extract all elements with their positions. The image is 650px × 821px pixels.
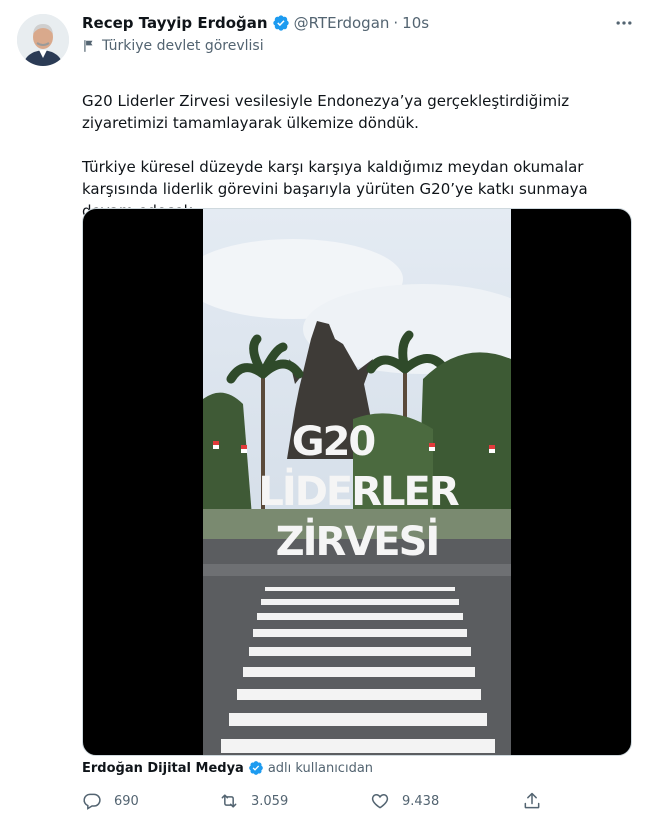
tweet-card: Recep Tayyip Erdoğan @RTErdogan · 10s Tü…	[0, 0, 650, 821]
like-button[interactable]: 9.438	[370, 788, 439, 814]
avatar-image	[17, 14, 69, 66]
retweet-count: 3.059	[251, 793, 289, 809]
handle[interactable]: @RTErdogan	[294, 14, 390, 32]
like-count: 9.438	[402, 793, 440, 809]
video-overlay-line-1: G20	[292, 419, 375, 465]
reply-icon	[83, 793, 101, 810]
display-name[interactable]: Recep Tayyip Erdoğan	[82, 14, 268, 32]
video-frame: G20 LİDERLER ZİRVESİ	[203, 209, 511, 755]
source-name[interactable]: Erdoğan Dijital Medya	[82, 761, 244, 776]
government-label[interactable]: Türkiye devlet görevlisi	[82, 38, 264, 54]
more-options-button[interactable]	[612, 12, 636, 34]
video-overlay-line-2: LİDERLER	[258, 467, 459, 515]
reply-count: 690	[114, 793, 139, 809]
timestamp[interactable]: 10s	[402, 14, 429, 32]
video-overlay-line-3: ZİRVESİ	[276, 517, 439, 565]
more-icon	[616, 21, 632, 25]
heart-icon	[371, 793, 389, 809]
video-source: Erdoğan Dijital Medya adlı kullanıcıdan	[82, 760, 373, 776]
retweet-icon	[221, 794, 237, 808]
video-thumbnail: G20 LİDERLER ZİRVESİ	[203, 209, 511, 755]
reply-button[interactable]: 690	[82, 788, 139, 814]
verified-badge-icon[interactable]	[248, 760, 264, 776]
share-button[interactable]	[522, 788, 554, 814]
separator-dot: ·	[393, 14, 399, 32]
source-suffix: adlı kullanıcıdan	[267, 760, 374, 776]
verified-badge-icon[interactable]	[272, 14, 290, 32]
tweet-paragraph-1: G20 Liderler Zirvesi vesilesiyle Endonez…	[82, 92, 570, 132]
avatar[interactable]	[17, 14, 69, 66]
video-player[interactable]: G20 LİDERLER ZİRVESİ	[82, 208, 632, 756]
flag-icon	[82, 39, 96, 53]
tweet-actions: 690 3.059 9.438	[82, 788, 542, 814]
government-label-text: Türkiye devlet görevlisi	[102, 38, 264, 54]
retweet-button[interactable]: 3.059	[219, 788, 288, 814]
tweet-header: Recep Tayyip Erdoğan @RTErdogan · 10s	[82, 12, 429, 34]
share-icon	[524, 792, 540, 809]
